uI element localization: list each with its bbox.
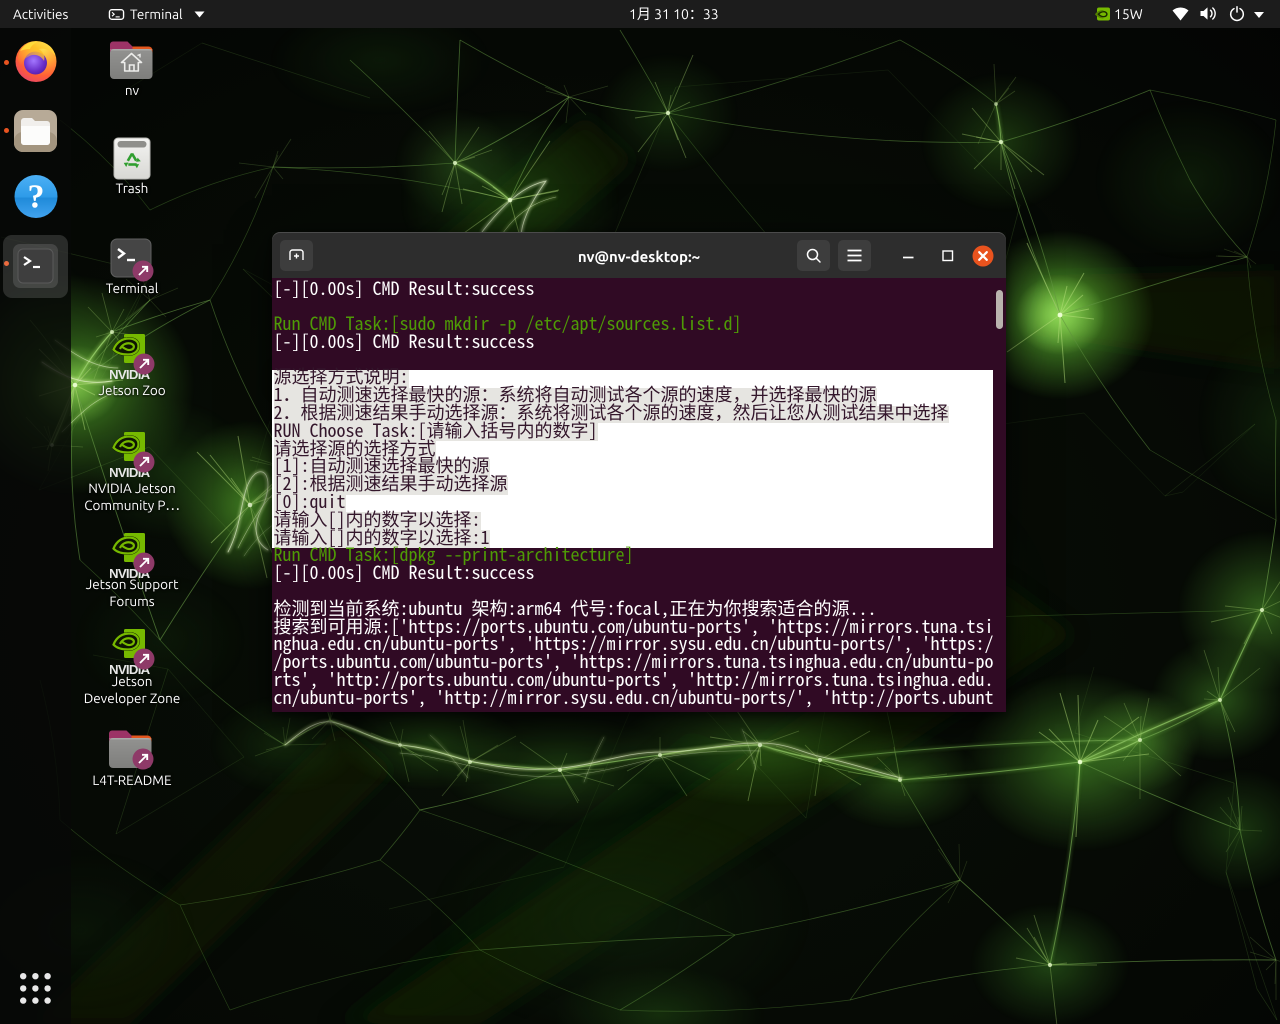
svg-text:?: ?: [28, 179, 45, 216]
